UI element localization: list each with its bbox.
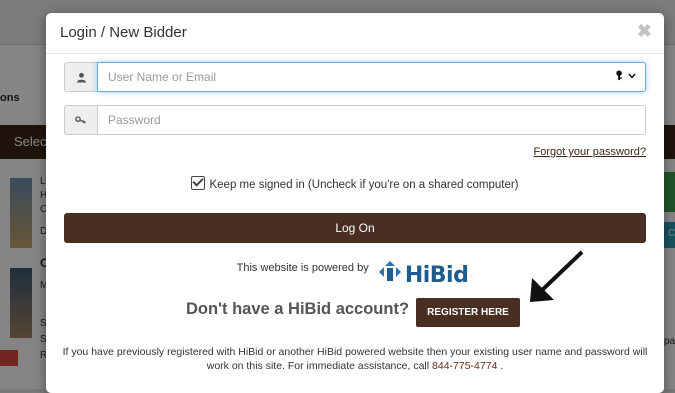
info-text: If you have previously registered with H… <box>60 345 650 373</box>
username-wrapper <box>97 62 646 92</box>
hibid-logo: HiBid · <box>378 260 474 288</box>
chevron-down-icon <box>628 73 636 79</box>
modal-title: Login / New Bidder <box>60 24 187 41</box>
arrow-pointer-icon <box>530 250 584 302</box>
keep-signed-in-checkbox[interactable] <box>191 176 206 190</box>
forgot-password-link[interactable]: Forgot your password? <box>534 146 647 158</box>
keep-signed-in-label[interactable]: Keep me signed in (Uncheck if you're on … <box>209 179 518 191</box>
info-text-body: If you have previously registered with H… <box>62 346 648 372</box>
password-group <box>64 105 646 135</box>
no-account-prompt: Don't have a HiBid account? <box>186 300 410 318</box>
username-group <box>64 62 646 92</box>
username-addon <box>64 62 97 92</box>
user-icon <box>76 72 86 83</box>
modal-header: Login / New Bidder ✖ <box>46 13 664 54</box>
keep-signed-in: Keep me signed in (Uncheck if you're on … <box>46 176 664 191</box>
username-input[interactable] <box>97 62 646 92</box>
login-modal: Login / New Bidder ✖ User Name or Email … <box>46 13 664 393</box>
close-icon[interactable]: ✖ <box>637 21 652 42</box>
powered-by-text: This website is powered by <box>236 262 369 274</box>
phone-link[interactable]: 844-775-4774 <box>432 360 497 372</box>
logo-dot: · <box>470 270 474 280</box>
register-button[interactable]: REGISTER HERE <box>416 298 520 327</box>
password-addon <box>64 105 97 135</box>
log-on-button[interactable]: Log On <box>64 213 646 243</box>
key-icon <box>616 70 622 81</box>
password-manager-dropdown[interactable] <box>615 70 636 83</box>
password-input[interactable] <box>97 105 646 135</box>
key-icon <box>75 116 86 124</box>
info-text-end: . <box>500 360 504 372</box>
hibid-logo-icon <box>378 261 401 281</box>
hibid-logo-text: HiBid <box>404 263 469 288</box>
